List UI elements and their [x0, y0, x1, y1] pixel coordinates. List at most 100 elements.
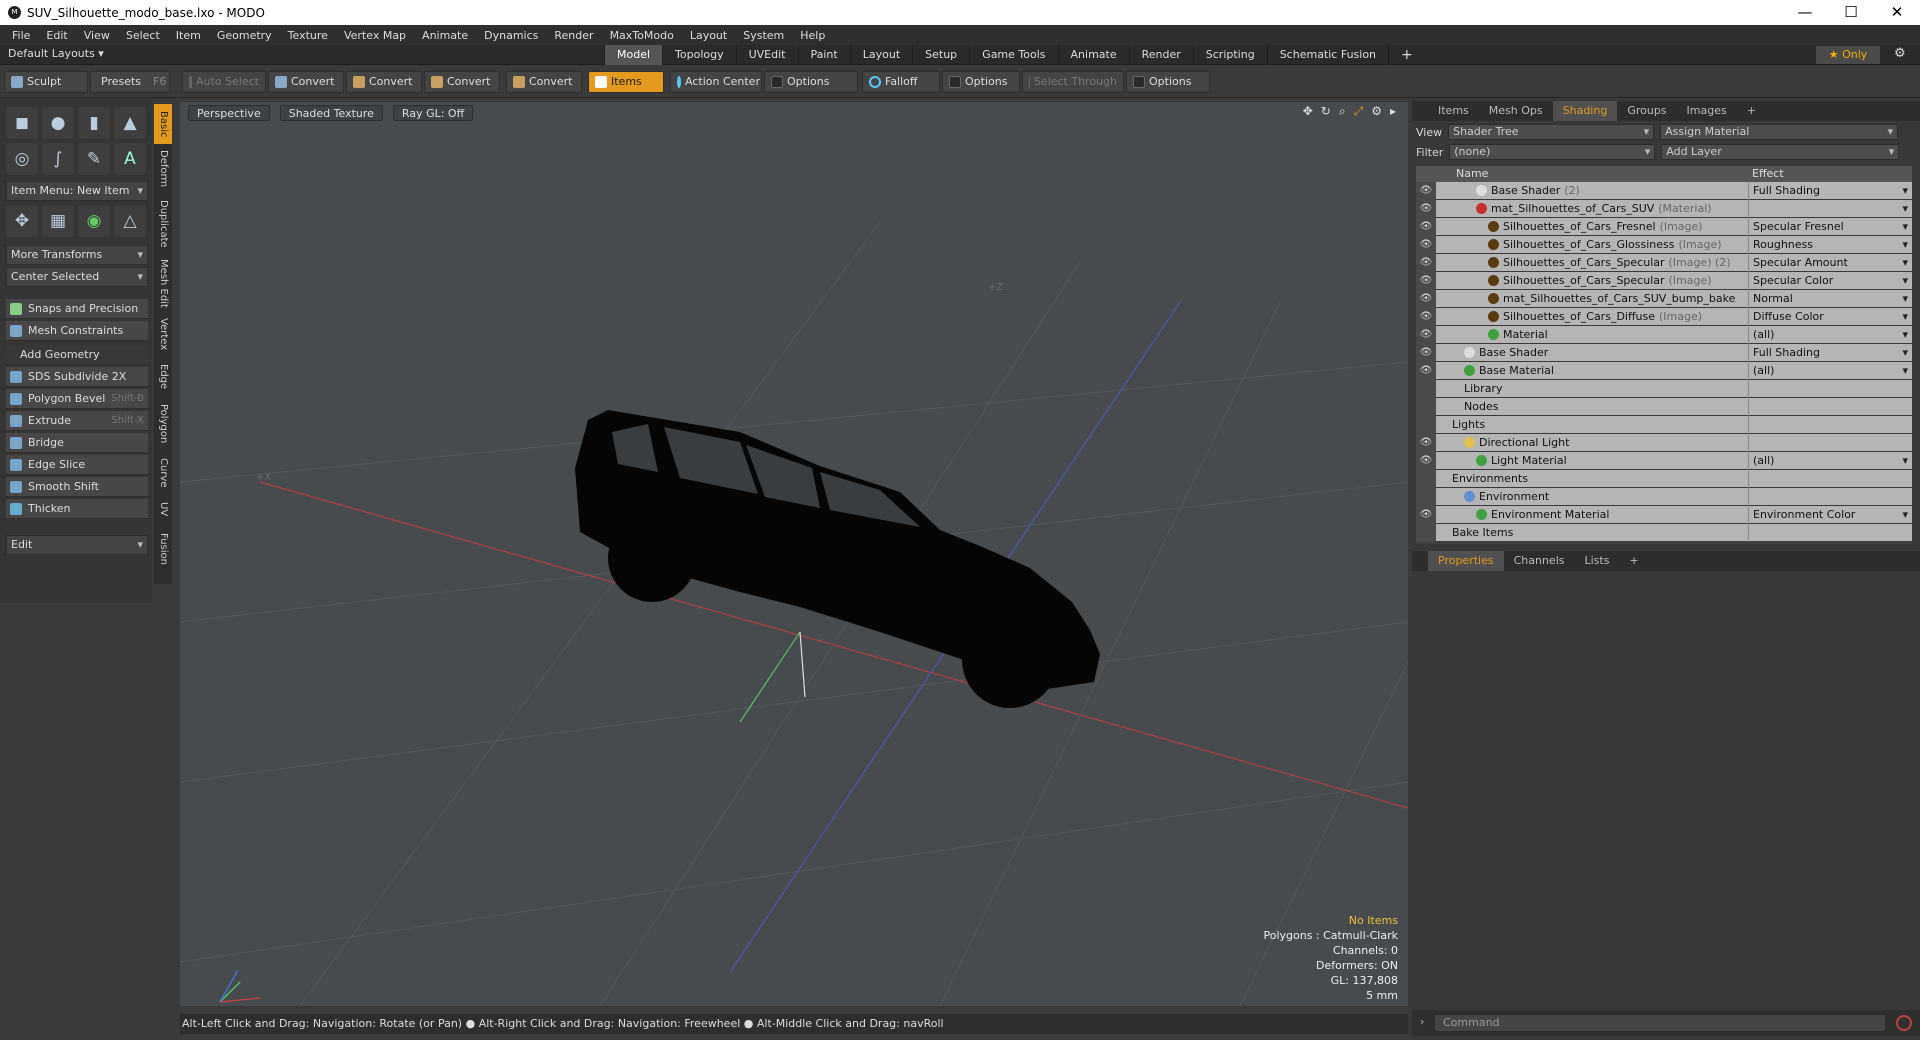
- default-layouts-dropdown[interactable]: Default Layouts ▾: [8, 47, 104, 60]
- vtab-deform[interactable]: Deform: [154, 146, 172, 192]
- effect-dropdown[interactable]: Environment Color: [1748, 506, 1912, 524]
- tab-images[interactable]: Images: [1677, 101, 1737, 121]
- tab-shading[interactable]: Shading: [1552, 101, 1618, 121]
- filter-dropdown[interactable]: (none): [1449, 144, 1656, 160]
- menu-system[interactable]: System: [735, 29, 792, 42]
- text-icon[interactable]: A: [114, 143, 146, 175]
- thicken-button[interactable]: Thicken: [6, 499, 148, 519]
- tube-icon[interactable]: ∫: [42, 143, 74, 175]
- tab-paint[interactable]: Paint: [797, 45, 850, 65]
- tree-row[interactable]: 👁 Base Shader (2) Full Shading: [1416, 182, 1912, 200]
- menu-dynamics[interactable]: Dynamics: [476, 29, 546, 42]
- eye-icon[interactable]: 👁: [1416, 200, 1436, 218]
- sculpt-button[interactable]: Sculpt: [4, 71, 88, 93]
- convert-button-4[interactable]: Convert: [506, 71, 582, 93]
- tree-row[interactable]: 👁 Environment Material Environment Color: [1416, 506, 1912, 524]
- eye-icon[interactable]: 👁: [1416, 434, 1436, 452]
- tree-row[interactable]: Library: [1416, 380, 1912, 398]
- eye-icon[interactable]: 👁: [1416, 218, 1436, 236]
- bridge-button[interactable]: Bridge: [6, 433, 148, 453]
- vtab-fusion[interactable]: Fusion: [154, 528, 172, 570]
- tree-row[interactable]: Environment: [1416, 488, 1912, 506]
- tree-row[interactable]: 👁 Silhouettes_of_Cars_Diffuse (Image) Diffu…: [1416, 308, 1912, 326]
- menu-animate[interactable]: Animate: [414, 29, 476, 42]
- tab-layout[interactable]: Layout: [849, 45, 912, 65]
- maximize-button[interactable]: ☐: [1828, 0, 1874, 25]
- tree-row[interactable]: 👁 Silhouettes_of_Cars_Glossiness (Image) Ro…: [1416, 236, 1912, 254]
- tab-groups[interactable]: Groups: [1617, 101, 1676, 121]
- assign-material-button[interactable]: Assign Material: [1660, 124, 1899, 140]
- maximize-icon[interactable]: ⤢: [1354, 104, 1364, 119]
- edit-dropdown[interactable]: Edit: [6, 535, 148, 555]
- only-toggle[interactable]: ★ Only: [1816, 46, 1880, 64]
- tree-row[interactable]: Bake Items: [1416, 524, 1912, 542]
- eye-icon[interactable]: 👁: [1416, 452, 1436, 470]
- tab-animate[interactable]: Animate: [1057, 45, 1129, 65]
- edge-slice-button[interactable]: Edge Slice: [6, 455, 148, 475]
- effect-dropdown[interactable]: (all): [1748, 362, 1912, 380]
- center-selected-dropdown[interactable]: Center Selected: [6, 267, 148, 287]
- eye-icon[interactable]: 👁: [1416, 344, 1436, 362]
- pan-icon[interactable]: ✥: [1303, 104, 1313, 119]
- menu-layout[interactable]: Layout: [682, 29, 735, 42]
- globe-icon[interactable]: ◉: [78, 205, 110, 237]
- tree-row[interactable]: Environments: [1416, 470, 1912, 488]
- tree-row[interactable]: 👁 mat_Silhouettes_of_Cars_SUV_bump_bake .…: [1416, 290, 1912, 308]
- sphere-icon[interactable]: ●: [42, 107, 74, 139]
- tree-row[interactable]: 👁 mat_Silhouettes_of_Cars_SUV (Material): [1416, 200, 1912, 218]
- action-center-button[interactable]: Action Center: [670, 71, 762, 93]
- tree-row[interactable]: 👁 Material (all): [1416, 326, 1912, 344]
- cone-icon[interactable]: ▲: [114, 107, 146, 139]
- tree-row[interactable]: 👁 Silhouettes_of_Cars_Specular (Image) (2)…: [1416, 254, 1912, 272]
- tab-topology[interactable]: Topology: [662, 45, 736, 65]
- tab-uvedit[interactable]: UVEdit: [735, 45, 798, 65]
- convert-button-3[interactable]: Convert: [424, 71, 500, 93]
- effect-dropdown[interactable]: (all): [1748, 326, 1912, 344]
- eye-icon[interactable]: 👁: [1416, 182, 1436, 200]
- effect-dropdown[interactable]: Diffuse Color: [1748, 308, 1912, 326]
- options-button-2[interactable]: Options: [942, 71, 1020, 93]
- eye-icon[interactable]: 👁: [1416, 326, 1436, 344]
- presets-button[interactable]: Presets F6: [90, 71, 170, 93]
- vtab-uv[interactable]: UV: [154, 496, 172, 522]
- grid-icon[interactable]: ▦: [42, 205, 74, 237]
- smooth-shift-button[interactable]: Smooth Shift: [6, 477, 148, 497]
- tree-row[interactable]: Lights: [1416, 416, 1912, 434]
- menu-vertex-map[interactable]: Vertex Map: [336, 29, 414, 42]
- item-menu-dropdown[interactable]: Item Menu: New Item: [6, 181, 148, 201]
- command-input[interactable]: Command: [1434, 1014, 1886, 1032]
- cylinder-icon[interactable]: ▮: [78, 107, 110, 139]
- tree-row[interactable]: 👁 Base Shader Full Shading: [1416, 344, 1912, 362]
- tree-row[interactable]: 👁 Directional Light: [1416, 434, 1912, 452]
- effect-dropdown[interactable]: Roughness: [1748, 236, 1912, 254]
- menu-view[interactable]: View: [76, 29, 118, 42]
- extrude-button[interactable]: Extrude Shift-X: [6, 411, 148, 431]
- menu-maxtomodo[interactable]: MaxToModo: [602, 29, 682, 42]
- effect-dropdown[interactable]: Full Shading: [1748, 344, 1912, 362]
- shading-mode-dropdown[interactable]: Shaded Texture: [279, 104, 383, 121]
- add-geometry-header[interactable]: Add Geometry: [6, 345, 148, 365]
- sds-subdivide-button[interactable]: SDS Subdivide 2X: [6, 367, 148, 387]
- mesh-constraints-button[interactable]: Mesh Constraints: [6, 321, 148, 341]
- tab-properties[interactable]: Properties: [1428, 551, 1504, 571]
- snaps-precision-button[interactable]: Snaps and Precision: [6, 299, 148, 319]
- effect-dropdown[interactable]: Specular Fresnel: [1748, 218, 1912, 236]
- tab-scripting[interactable]: Scripting: [1192, 45, 1267, 65]
- tab-game-tools[interactable]: Game Tools: [969, 45, 1057, 65]
- eye-icon[interactable]: 👁: [1416, 308, 1436, 326]
- transform-icon[interactable]: ✥: [6, 205, 38, 237]
- add-panel-tab-button[interactable]: +: [1737, 101, 1766, 121]
- falloff-button[interactable]: Falloff: [862, 71, 940, 93]
- eye-icon[interactable]: 👁: [1416, 254, 1436, 272]
- vtab-polygon[interactable]: Polygon: [154, 400, 172, 448]
- convert-button-2[interactable]: Convert: [346, 71, 422, 93]
- eye-icon[interactable]: 👁: [1416, 272, 1436, 290]
- raygl-toggle[interactable]: Ray GL: Off: [392, 104, 474, 121]
- options-button-1[interactable]: Options: [764, 71, 858, 93]
- eye-icon[interactable]: 👁: [1416, 236, 1436, 254]
- polygon-bevel-button[interactable]: Polygon Bevel Shift-B: [6, 389, 148, 409]
- items-mode-button[interactable]: Items: [588, 71, 664, 93]
- tab-items[interactable]: Items: [1428, 101, 1479, 121]
- vtab-curve[interactable]: Curve: [154, 454, 172, 492]
- tree-row[interactable]: 👁 Silhouettes_of_Cars_Fresnel (Image) Specu…: [1416, 218, 1912, 236]
